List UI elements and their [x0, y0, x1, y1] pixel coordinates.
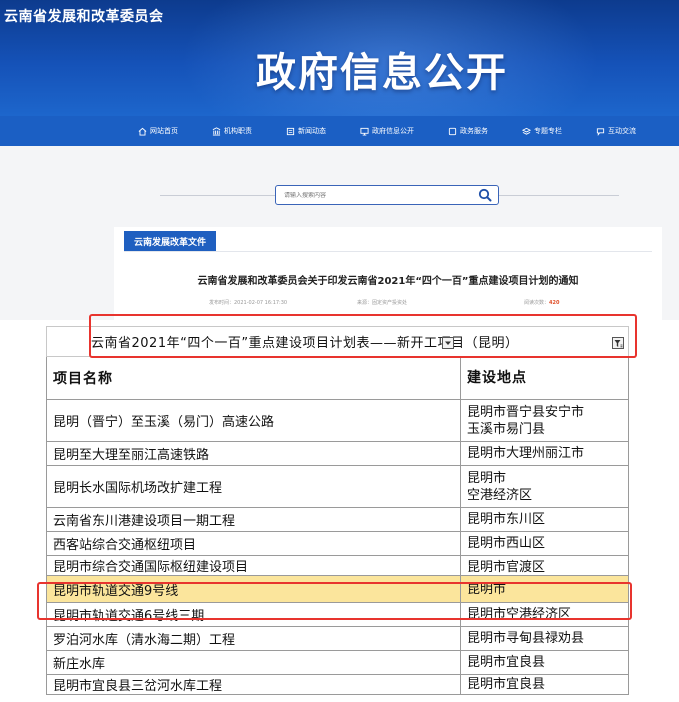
header-project-name: 项目名称 [46, 356, 461, 400]
project-name: 昆明长水国际机场改扩建工程 [46, 465, 461, 508]
filter-dropdown-button[interactable] [442, 337, 454, 349]
article-source: 来源：固定资产投资处 [357, 300, 408, 306]
article-card: 云南发展改革文件 云南省发展和改革委员会关于印发云南省2021年“四个一百”重点… [114, 227, 662, 320]
banner-title: 政府信息公开 [256, 50, 508, 96]
project-location: 昆明市宜良县 [460, 650, 629, 675]
category-underline [124, 251, 652, 252]
search-divider-right [499, 195, 619, 196]
table-row[interactable]: 罗泊河水库（清水海二期）工程 昆明市寻甸县禄劝县 [46, 626, 629, 651]
sheet-title-cell: 云南省2021年“四个一百”重点建设项目计划表——新开工项目（昆明） [46, 326, 629, 357]
project-location: 昆明市空港经济区 [460, 465, 629, 508]
project-sheet: 云南省2021年“四个一百”重点建设项目计划表——新开工项目（昆明） 项目名称 … [0, 314, 679, 702]
building-icon [212, 126, 221, 136]
nav-item-home[interactable]: 网站首页 [138, 126, 178, 136]
nav-item-label: 网站首页 [150, 127, 178, 135]
project-name: 昆明市综合交通国际枢纽建设项目 [46, 555, 461, 576]
sheet-title-row: 云南省2021年“四个一百”重点建设项目计划表——新开工项目（昆明） [46, 326, 629, 357]
nav-item-label: 互动交流 [608, 127, 636, 135]
table-row[interactable]: 西客站综合交通枢纽项目 昆明市西山区 [46, 531, 629, 556]
location-line: 空港经济区 [467, 487, 533, 503]
nav-item-label: 政务服务 [460, 127, 488, 135]
news-icon [286, 127, 295, 135]
project-name: 昆明市轨道交通6号线三期 [46, 602, 461, 627]
search-button[interactable] [472, 186, 498, 204]
location-line: 昆明市 [467, 470, 507, 486]
nav-item-interaction[interactable]: 互动交流 [596, 126, 636, 136]
layers-icon [522, 127, 531, 135]
view-count: 阅读次数：420 [524, 299, 559, 306]
search-divider-left [160, 195, 275, 196]
table-row[interactable]: 昆明市宜良县三岔河水库工程 昆明市宜良县 [46, 674, 629, 695]
project-name: 昆明市轨道交通9号线 [46, 575, 461, 603]
table-header-row: 项目名称 建设地点 [46, 356, 629, 400]
project-location: 昆明市空港经济区 [460, 602, 629, 627]
project-name-text: 昆明市综合交通国际枢纽建设项目 [53, 560, 249, 574]
project-name: 昆明至大理至丽江高速铁路 [46, 441, 461, 466]
filter-icon [614, 339, 622, 347]
project-location: 昆明市大理州丽江市 [460, 441, 629, 466]
main-nav: 网站首页 机构职责 新闻动态 政府信息公开 政务服务 专题专栏 互动交流 [0, 116, 679, 146]
nav-item-news[interactable]: 新闻动态 [286, 126, 326, 136]
category-tab[interactable]: 云南发展改革文件 [124, 231, 217, 251]
location-line: 玉溪市易门县 [467, 421, 546, 437]
table-row[interactable]: 昆明至大理至丽江高速铁路 昆明市大理州丽江市 [46, 441, 629, 466]
nav-item-label: 新闻动态 [298, 127, 326, 135]
filter-button[interactable] [612, 337, 624, 349]
nav-item-gov-info[interactable]: 政府信息公开 [360, 126, 414, 136]
project-name: 昆明（晋宁）至玉溪（易门）高速公路 [46, 399, 461, 442]
sheet-title: 云南省2021年“四个一百”重点建设项目计划表——新开工项目（昆明） [91, 336, 519, 351]
nav-item-topics[interactable]: 专题专栏 [522, 126, 562, 136]
table-row[interactable]: 昆明（晋宁）至玉溪（易门）高速公路 昆明市晋宁县安宁市 玉溪市易门县 [46, 399, 629, 442]
publish-date: 发布时间：2021-02-07 16:17:30 [209, 300, 288, 306]
table-row[interactable]: 昆明市轨道交通6号线三期 昆明市空港经济区 [46, 602, 629, 627]
project-location: 昆明市 [460, 575, 629, 603]
chat-icon [596, 127, 605, 136]
view-count-label: 阅读次数： [524, 300, 550, 306]
nav-item-label: 专题专栏 [534, 127, 562, 135]
header-location: 建设地点 [460, 356, 629, 400]
table-row[interactable]: 新庄水库 昆明市宜良县 [46, 650, 629, 675]
nav-item-organization[interactable]: 机构职责 [212, 126, 252, 136]
project-location: 昆明市寻甸县禄劝县 [460, 626, 629, 651]
search-box [275, 185, 499, 205]
view-count-value: 420 [549, 300, 560, 306]
project-name: 云南省东川港建设项目一期工程 [46, 507, 461, 532]
project-location: 昆明市东川区 [460, 507, 629, 532]
project-name: 新庄水库 [46, 650, 461, 675]
dropdown-arrow-icon [445, 341, 451, 345]
project-table: 云南省2021年“四个一百”重点建设项目计划表——新开工项目（昆明） 项目名称 … [46, 326, 629, 695]
org-name[interactable]: 云南省发展和改革委员会 [4, 6, 164, 26]
project-location: 昆明市官渡区 [460, 555, 629, 576]
window-icon [448, 127, 457, 135]
article-title: 云南省发展和改革委员会关于印发云南省2021年“四个一百”重点建设项目计划的通知 [197, 276, 579, 287]
search-icon [478, 188, 492, 202]
project-name: 罗泊河水库（清水海二期）工程 [46, 626, 461, 651]
monitor-icon [360, 127, 369, 136]
table-row-highlighted[interactable]: 昆明市轨道交通9号线 昆明市 [46, 575, 629, 603]
project-name: 西客站综合交通枢纽项目 [46, 531, 461, 556]
home-icon [138, 127, 147, 136]
project-location: 昆明市西山区 [460, 531, 629, 556]
project-name: 昆明市宜良县三岔河水库工程 [46, 674, 461, 695]
table-row[interactable]: 昆明市综合交通国际枢纽建设项目 昆明市官渡区 [46, 555, 629, 576]
location-line: 昆明市晋宁县安宁市 [467, 404, 585, 420]
project-location: 昆明市晋宁县安宁市 玉溪市易门县 [460, 399, 629, 442]
search-input[interactable] [276, 191, 472, 199]
nav-item-services[interactable]: 政务服务 [448, 126, 488, 136]
project-location: 昆明市宜良县 [460, 674, 629, 695]
site-banner: 云南省发展和改革委员会 政府信息公开 [0, 0, 679, 116]
table-row[interactable]: 昆明长水国际机场改扩建工程 昆明市 空港经济区 [46, 465, 629, 508]
nav-item-label: 政府信息公开 [372, 127, 414, 135]
project-location-text: 昆明市官渡区 [467, 560, 546, 574]
nav-item-label: 机构职责 [224, 127, 252, 135]
table-row[interactable]: 云南省东川港建设项目一期工程 昆明市东川区 [46, 507, 629, 532]
